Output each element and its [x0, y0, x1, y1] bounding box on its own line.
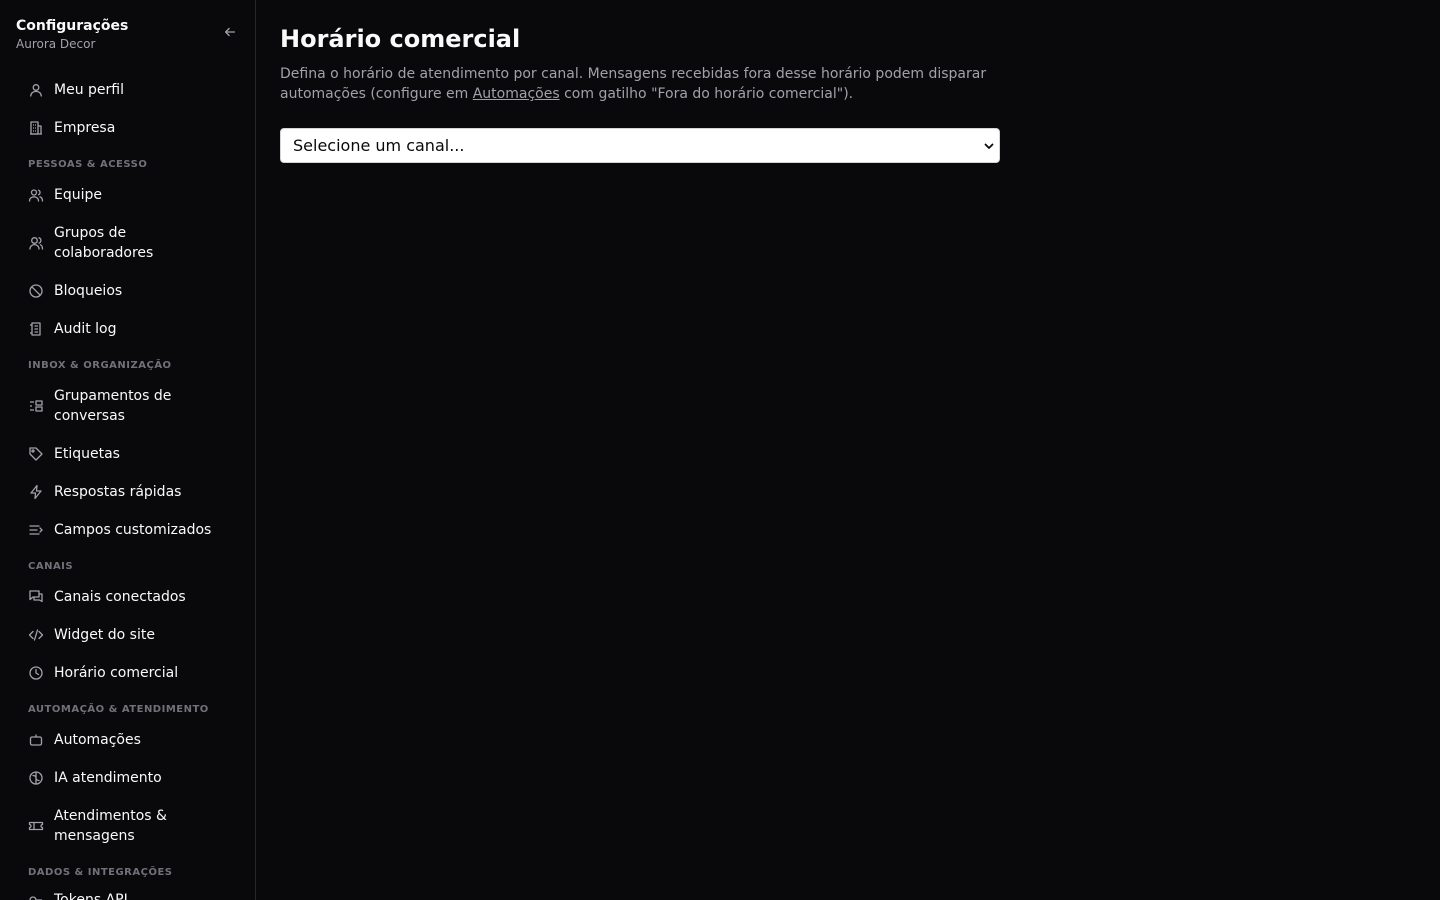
sidebar-item-etiquetas[interactable]: Etiquetas — [16, 440, 240, 468]
sidebar-item-label: Grupos de colaboradores — [54, 225, 154, 261]
sidebar-item-automacoes[interactable]: Automações — [16, 726, 240, 754]
page-description: Defina o horário de atendimento por cana… — [280, 64, 1010, 104]
sidebar-item-label: Atendimentos & mensagens — [54, 808, 167, 844]
sidebar-item-ia-atendimento[interactable]: IA atendimento — [16, 764, 240, 792]
automacoes-link[interactable]: Automações — [473, 86, 560, 102]
sidebar-subtitle: Aurora Decor — [16, 37, 96, 51]
sidebar-item-bloqueios[interactable]: Bloqueios — [16, 277, 240, 305]
settings-sidebar: Configurações Aurora Decor Meu perfil Em… — [0, 0, 256, 900]
building-icon — [28, 120, 44, 136]
chevron-down-icon — [984, 143, 994, 149]
section-label-pessoas: PESSOAS & ACESSO — [28, 159, 148, 170]
sidebar-item-horario-comercial[interactable]: Horário comercial — [16, 659, 240, 687]
sidebar-item-atendimentos[interactable]: Atendimentos & mensagens — [16, 803, 240, 849]
description-text: com gatilho "Fora do horário comercial")… — [559, 86, 854, 102]
sidebar-item-respostas-rapidas[interactable]: Respostas rápidas — [16, 478, 240, 506]
clock-icon — [28, 665, 44, 681]
sidebar-item-widget[interactable]: Widget do site — [16, 621, 240, 649]
sidebar-item-label: Horário comercial — [54, 665, 179, 681]
zap-icon — [28, 484, 44, 500]
page-title: Horário comercial — [280, 25, 521, 53]
sidebar-item-tokens-api[interactable]: Tokens API — [16, 886, 240, 900]
sidebar-item-label: Etiquetas — [54, 446, 120, 462]
sidebar-item-meu-perfil[interactable]: Meu perfil — [16, 76, 240, 104]
channel-select-value: Selecione um canal... — [293, 135, 465, 155]
brain-icon — [28, 770, 44, 786]
sidebar-item-label: Canais conectados — [54, 589, 186, 605]
sidebar-item-label: Equipe — [54, 187, 102, 203]
sidebar-item-label: Respostas rápidas — [54, 484, 182, 500]
key-icon — [28, 892, 44, 900]
text-list-icon — [28, 522, 44, 538]
channel-select[interactable]: Selecione um canal... — [280, 128, 1000, 163]
ban-icon — [28, 283, 44, 299]
section-label-inbox: INBOX & ORGANIZAÇÃO — [28, 360, 172, 371]
sidebar-item-label: Grupamentos de conversas — [54, 388, 172, 424]
section-label-dados: DADOS & INTEGRAÇÕES — [28, 867, 173, 878]
chats-icon — [28, 589, 44, 605]
users-round-icon — [28, 235, 44, 251]
tag-icon — [28, 446, 44, 462]
group-icon — [28, 398, 44, 414]
section-label-canais: CANAIS — [28, 561, 74, 572]
sidebar-item-canais-conectados[interactable]: Canais conectados — [16, 583, 240, 611]
sidebar-header: Configurações Aurora Decor — [16, 16, 242, 56]
sidebar-item-audit-log[interactable]: Audit log — [16, 315, 240, 343]
sidebar-item-label: Automações — [54, 732, 141, 748]
file-log-icon — [28, 321, 44, 337]
sidebar-item-label: Bloqueios — [54, 283, 123, 299]
code-icon — [28, 627, 44, 643]
users-icon — [28, 187, 44, 203]
main-content: Horário comercial Defina o horário de at… — [256, 0, 1440, 900]
sidebar-item-label: IA atendimento — [54, 770, 162, 786]
sidebar-item-grupamentos[interactable]: Grupamentos de conversas — [16, 383, 240, 429]
sidebar-item-label: Audit log — [54, 321, 117, 337]
section-label-automacao: AUTOMAÇÃO & ATENDIMENTO — [28, 704, 209, 715]
sidebar-title: Configurações — [16, 18, 129, 34]
sidebar-item-label: Empresa — [54, 120, 116, 136]
arrow-left-icon — [224, 27, 236, 37]
sidebar-item-label: Campos customizados — [54, 522, 212, 538]
collapse-sidebar-button[interactable] — [222, 24, 238, 40]
sidebar-item-label: Tokens API — [54, 892, 128, 900]
bot-icon — [28, 732, 44, 748]
ticket-icon — [28, 818, 44, 834]
sidebar-item-campos-customizados[interactable]: Campos customizados — [16, 516, 240, 544]
sidebar-item-grupos[interactable]: Grupos de colaboradores — [16, 220, 240, 266]
sidebar-item-label: Meu perfil — [54, 82, 124, 98]
sidebar-item-empresa[interactable]: Empresa — [16, 114, 240, 142]
sidebar-item-equipe[interactable]: Equipe — [16, 181, 240, 209]
sidebar-item-label: Widget do site — [54, 627, 155, 643]
user-icon — [28, 82, 44, 98]
